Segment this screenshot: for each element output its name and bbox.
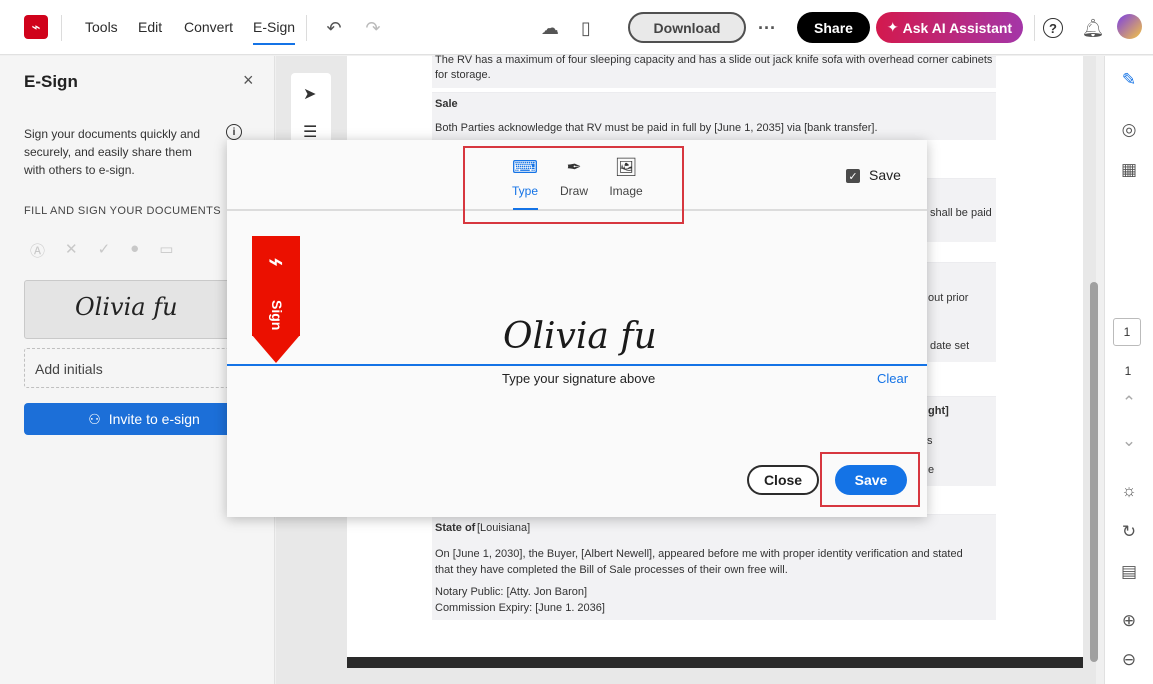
close-panel-icon[interactable]: × — [243, 70, 254, 91]
document-icon[interactable]: ▯ — [572, 14, 600, 42]
signature-hint: Type your signature above — [502, 371, 656, 386]
comment-icon[interactable]: ☰ — [303, 122, 317, 142]
doc-text: e — [928, 464, 935, 476]
doc-text: Both Parties acknowledge that RV must be… — [435, 122, 878, 134]
fill-sign-tools: Ⓐ ✕ ✓ ● ▭ — [30, 240, 173, 261]
cross-mark-icon[interactable]: ✕ — [65, 240, 78, 261]
doc-text: Notary Public: [Atty. Jon Baron] — [435, 586, 588, 598]
display-mode-icon[interactable]: ☼ — [1118, 481, 1140, 501]
toolbar-divider — [1034, 15, 1035, 41]
checkmark-icon[interactable]: ✓ — [98, 240, 111, 261]
menu-edit[interactable]: Edit — [138, 19, 162, 35]
page-down-icon[interactable]: ⌄ — [1118, 431, 1140, 451]
notifications-bell-icon[interactable]: 🔔︎ — [1079, 14, 1107, 42]
page-export-icon[interactable]: ▤ — [1118, 562, 1140, 582]
menu-convert[interactable]: Convert — [184, 19, 233, 35]
sign-ribbon-tip — [252, 335, 300, 363]
user-avatar[interactable] — [1117, 14, 1142, 39]
panel-title: E-Sign — [24, 72, 78, 91]
download-button[interactable]: Download — [628, 12, 746, 43]
close-button[interactable]: Close — [747, 465, 819, 495]
page-up-icon[interactable]: ⌃ — [1118, 393, 1140, 413]
typed-signature[interactable]: Olivia fu — [503, 316, 657, 357]
tabs-highlight-box — [463, 146, 684, 224]
menu-esign[interactable]: E-Sign — [253, 19, 296, 45]
doc-text: that they have completed the Bill of Sal… — [435, 564, 788, 576]
doc-text: s — [927, 435, 933, 447]
invite-label: Invite to e-sign — [108, 411, 200, 427]
doc-text: date set — [930, 340, 970, 352]
doc-text: Commission Expiry: [June 1. 2036] — [435, 602, 605, 614]
people-icon: ⚇ — [88, 410, 101, 427]
doc-heading: Sale — [435, 98, 458, 110]
rotate-icon[interactable]: ↻ — [1118, 522, 1140, 542]
redo-icon[interactable]: ↷ — [359, 14, 387, 42]
vertical-scrollbar[interactable] — [1090, 282, 1098, 662]
share-button[interactable]: Share — [797, 12, 870, 43]
ribbon-label: Sign — [269, 300, 285, 331]
doc-text: for storage. — [435, 69, 491, 81]
zoom-out-icon[interactable]: ⊖ — [1118, 650, 1140, 670]
save-highlight-box — [820, 452, 920, 507]
doc-text: ght] — [928, 405, 949, 417]
dot-icon[interactable]: ● — [130, 240, 139, 261]
ask-ai-assistant-button[interactable]: ✦ Ask AI Assistant — [876, 12, 1023, 43]
top-toolbar: ⌁ Tools Edit Convert E-Sign ↶ ↷ ☁ ▯ Down… — [0, 0, 1153, 55]
esign-panel-icon[interactable]: ✎ — [1118, 70, 1140, 90]
acrobat-logo-icon[interactable]: ⌁ — [24, 15, 48, 39]
cloud-icon[interactable]: ☁ — [536, 14, 564, 42]
add-initials-label: Add initials — [35, 361, 103, 377]
toolbar-divider — [61, 15, 62, 41]
zoom-in-icon[interactable]: ⊕ — [1118, 611, 1140, 631]
doc-heading: State of — [435, 522, 476, 534]
clear-link[interactable]: Clear — [877, 371, 908, 386]
doc-text: shall be paid — [930, 207, 992, 219]
doc-text: On [June 1, 2030], the Buyer, [Albert Ne… — [435, 548, 963, 560]
page-edge — [347, 657, 1083, 668]
comments-icon[interactable]: ◎ — [1118, 120, 1140, 140]
ask-ai-label: Ask AI Assistant — [902, 19, 1013, 36]
help-icon[interactable]: ? — [1043, 18, 1063, 38]
section-heading: FILL AND SIGN YOUR DOCUMENTS — [24, 205, 222, 217]
ai-sparkle-icon: ✦ — [886, 19, 899, 35]
current-page-field[interactable]: 1 — [1113, 318, 1141, 346]
toolbar-divider — [306, 15, 307, 41]
save-signature-checkbox[interactable]: ✓ — [846, 169, 860, 183]
doc-text: out prior — [928, 292, 969, 304]
info-icon[interactable]: i — [226, 124, 242, 140]
signature-baseline — [227, 364, 927, 366]
total-pages: 1 — [1124, 364, 1132, 378]
thumbnails-grid-icon[interactable]: ▦ — [1118, 160, 1140, 180]
doc-text: [Louisiana] — [477, 522, 531, 534]
acrobat-ribbon-icon: ⌁ — [268, 246, 284, 276]
save-checkbox-label: Save — [869, 167, 901, 183]
text-field-icon[interactable]: Ⓐ — [30, 240, 45, 261]
more-options-icon[interactable]: ··· — [753, 14, 781, 42]
rectangle-icon[interactable]: ▭ — [159, 240, 173, 261]
panel-description: Sign your documents quickly and securely… — [24, 127, 201, 177]
menu-tools[interactable]: Tools — [85, 19, 118, 35]
undo-icon[interactable]: ↶ — [320, 14, 348, 42]
saved-signature-text: Olivia fu — [75, 293, 178, 321]
select-cursor-icon[interactable]: ➤ — [303, 84, 316, 104]
doc-text: The RV has a maximum of four sleeping ca… — [435, 54, 993, 66]
